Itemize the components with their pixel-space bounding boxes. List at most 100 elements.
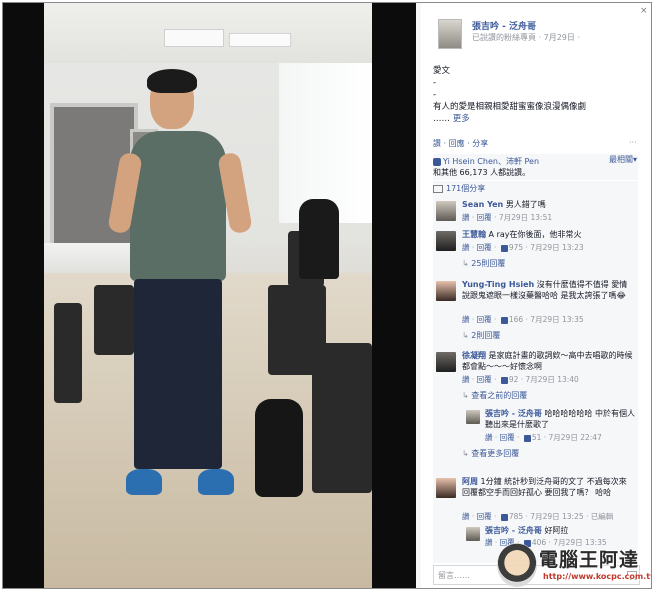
view-previous-replies-link[interactable]: ↳ 查看之前的回覆	[462, 390, 527, 401]
comment-like-count[interactable]: 785	[509, 512, 523, 521]
comment-input-placeholder: 留言……	[438, 571, 470, 580]
see-more-link[interactable]: 更多	[453, 114, 470, 124]
comment-body: 阿周 1分鐘 統計秒到泛舟哥的文了 不過每次來回覆都空手而回好孤心 要回我了嗎？…	[462, 476, 634, 498]
comment-author[interactable]: 張吉吟 - 泛舟哥	[485, 409, 542, 418]
comment-meta: 讚 · 回覆 · 51 · 7月29日 22:47	[485, 433, 602, 442]
avatar[interactable]	[466, 527, 480, 541]
comment-like-button[interactable]: 讚	[485, 538, 493, 547]
comment-reply-button[interactable]: 回覆	[477, 375, 492, 384]
avatar[interactable]	[466, 410, 480, 424]
comment-time[interactable]: 7月29日 13:40	[526, 375, 579, 384]
comment-author[interactable]: 阿周	[462, 477, 478, 486]
comment-like-button[interactable]: 讚	[462, 213, 470, 222]
comment-reply-button[interactable]: 回覆	[477, 512, 492, 521]
comment-author[interactable]: 張吉吟 - 泛舟哥	[485, 526, 542, 535]
comment-like-button[interactable]: 讚	[462, 375, 470, 384]
comment: Sean Yen 男人錯了嗎 讚 · 回覆 · 7月29日 13:51	[433, 199, 638, 225]
photo-stage[interactable]	[3, 3, 416, 588]
post-line: -	[433, 90, 437, 100]
separator: ·	[467, 139, 470, 148]
comment-like-button[interactable]: 讚	[485, 433, 493, 442]
post-actions: 讚 · 回應 · 分享	[433, 138, 488, 149]
comment-like-button[interactable]: 讚	[462, 243, 470, 252]
page-name-link[interactable]: 張吉吟 - 泛舟哥	[472, 19, 536, 32]
thumbs-up-icon	[500, 244, 508, 252]
reply-arrow-icon: ↳	[462, 259, 469, 268]
comment-time[interactable]: 7月29日 13:23	[530, 243, 583, 252]
view-replies-link[interactable]: ↳ 2則回覆	[462, 330, 500, 341]
like-button[interactable]: 讚	[433, 139, 441, 148]
comment-reply-button[interactable]: 回覆	[500, 433, 515, 442]
comment: 阿周 1分鐘 統計秒到泛舟哥的文了 不過每次來回覆都空手而回好孤心 要回我了嗎？…	[433, 476, 638, 522]
sneaker	[126, 469, 162, 495]
comment-reply-button[interactable]: 回覆	[477, 243, 492, 252]
comment-like-count[interactable]: 975	[509, 243, 523, 252]
thumbs-up-icon	[433, 157, 441, 166]
watermark-brand: 電腦王阿達	[539, 549, 640, 571]
thumbs-up-icon	[523, 434, 531, 442]
comment: Yung-Ting Hsieh 沒有什麼值得不值得 愛情說跟鬼遮眼一樣沒藥醫哈哈…	[433, 279, 638, 341]
photo-image[interactable]	[44, 3, 372, 588]
comment-time[interactable]: 7月29日 13:35	[530, 315, 583, 324]
facebook-photo-viewer: 張吉吟 - 泛舟哥 已說讚的粉絲專頁 · 7月29日 · × 愛文 - - 有人…	[2, 2, 652, 589]
comment-author[interactable]: Sean Yen	[462, 200, 503, 209]
background-person	[299, 199, 339, 279]
post-meta: 已說讚的粉絲專頁 · 7月29日 ·	[472, 33, 580, 42]
comment-meta: 讚 · 回覆 · 166 · 7月29日 13:35	[462, 315, 584, 324]
chair	[312, 343, 372, 493]
post-line: …… 更多	[433, 113, 645, 125]
comment-like-button[interactable]: 讚	[462, 512, 470, 521]
likes-count[interactable]: 和其他 66,173 人都說讚。	[433, 168, 530, 177]
comment-time[interactable]: 7月29日 22:47	[549, 433, 602, 442]
comment-time[interactable]: 7月29日 13:51	[499, 213, 552, 222]
ellipsis: ……	[433, 114, 450, 124]
comment-button[interactable]: 回應	[449, 139, 465, 148]
avatar[interactable]	[436, 352, 456, 372]
options-icon[interactable]: ···	[629, 138, 637, 147]
hair	[147, 69, 197, 93]
posing-man	[107, 69, 260, 503]
likers-link[interactable]: Yi Hsein Chen、沛軒 Pen	[443, 157, 539, 166]
comment-text: 1分鐘 統計秒到泛舟哥的文了 不過每次來回覆都空手而回好孤心 要回我了嗎？ 哈哈	[462, 477, 627, 497]
avatar[interactable]	[436, 201, 456, 221]
sort-dropdown[interactable]: 最相關▾	[609, 154, 637, 165]
jeans	[134, 279, 222, 469]
comment-reply-button[interactable]: 回覆	[477, 213, 492, 222]
avatar[interactable]	[436, 231, 456, 251]
comment: 王慧翰 A ray在你後面，他非常火 讚 · 回覆 · 975 · 7月29日 …	[433, 229, 638, 273]
view-more-replies-link[interactable]: ↳ 查看更多回覆	[462, 448, 519, 459]
view-replies-label: 2則回覆	[471, 331, 501, 340]
comment-time[interactable]: 7月29日 13:25	[530, 512, 583, 521]
comment-author[interactable]: 王慧翰	[462, 230, 486, 239]
page-avatar[interactable]	[438, 19, 462, 49]
avatar[interactable]	[436, 478, 456, 498]
sneaker	[198, 469, 234, 495]
comment-meta: 讚 · 回覆 · 7月29日 13:51	[462, 213, 553, 222]
comment-reply-button[interactable]: 回覆	[477, 315, 492, 324]
shares-link[interactable]: 171個分享	[446, 184, 485, 193]
mascot-logo	[497, 543, 537, 587]
separator: ·	[443, 139, 447, 148]
comment-like-count[interactable]: 92	[509, 375, 519, 384]
share-button[interactable]: 分享	[472, 139, 488, 148]
view-replies-link[interactable]: ↳ 25則回覆	[462, 258, 505, 269]
comment-like-button[interactable]: 讚	[462, 315, 470, 324]
avatar[interactable]	[436, 281, 456, 301]
edited-label[interactable]: 已編輯	[591, 512, 614, 521]
comment-list: Sean Yen 男人錯了嗎 讚 · 回覆 · 7月29日 13:51 王慧翰 …	[433, 195, 638, 563]
thumbs-up-icon	[500, 513, 508, 521]
reply-arrow-icon: ↳	[462, 449, 469, 458]
close-icon[interactable]: ×	[640, 7, 648, 16]
comment-like-count[interactable]: 166	[509, 315, 523, 324]
comment-meta: 讚 · 回覆 · 975 · 7月29日 13:23	[462, 243, 584, 252]
ceiling-light	[164, 29, 224, 47]
comment-author[interactable]: Yung-Ting Hsieh	[462, 280, 534, 289]
post-line: 有人的愛是相親相愛甜蜜蜜像浪漫偶像劇	[433, 102, 587, 112]
comment-body: 王慧翰 A ray在你後面，他非常火	[462, 229, 634, 240]
post-header: 張吉吟 - 泛舟哥 已說讚的粉絲專頁 · 7月29日 · ×	[421, 3, 651, 53]
chair	[54, 303, 82, 403]
likes-summary: Yi Hsein Chen、沛軒 Pen 和其他 66,173 人都說讚。	[433, 154, 638, 180]
comment-text: 是家庭計畫的歌詞欸～高中去唱歌的時候都會點～～～好懷念啊	[462, 351, 633, 371]
comment-like-count[interactable]: 51	[532, 433, 542, 442]
comment-author[interactable]: 徐凝翔	[462, 351, 486, 360]
